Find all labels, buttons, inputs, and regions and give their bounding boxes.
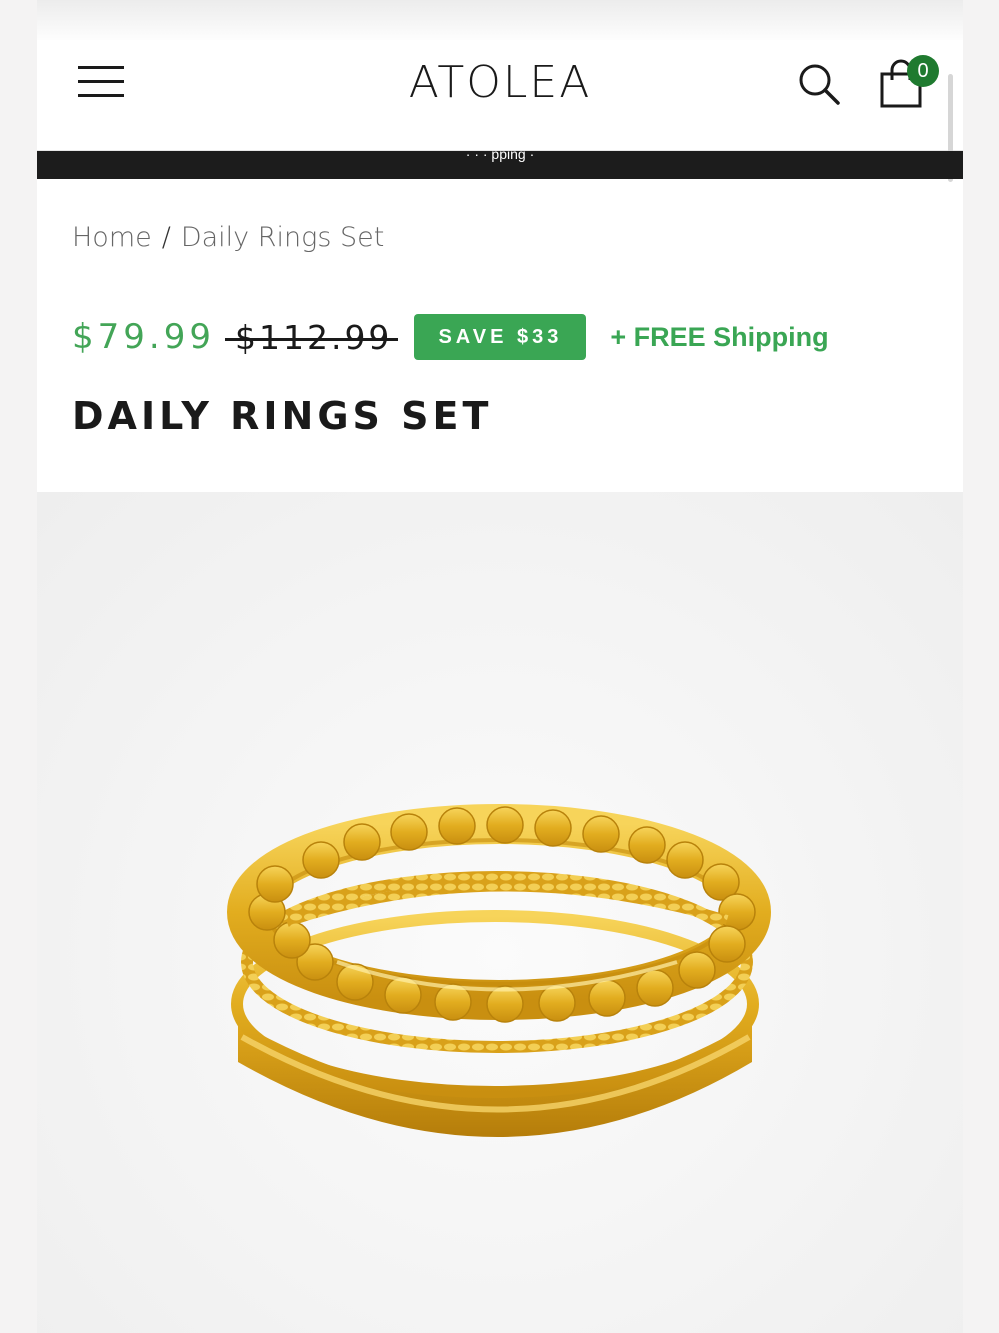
- search-icon[interactable]: [797, 62, 843, 108]
- breadcrumb-home-link[interactable]: Home: [72, 222, 152, 253]
- breadcrumb-separator: /: [161, 222, 171, 253]
- breadcrumb-current: Daily Rings Set: [180, 222, 385, 253]
- breadcrumb: Home / Daily Rings Set: [72, 222, 384, 253]
- site-header: ATOLEA 0: [37, 40, 963, 182]
- page-frame: ATOLEA 0 · · · pping · Home / Daily Rings …: [37, 0, 963, 1333]
- price-row: $79.99 $112.99 SAVE $33 + FREE Shipping: [72, 312, 829, 362]
- original-price: $112.99: [224, 317, 399, 357]
- product-image[interactable]: [37, 492, 963, 1333]
- announcement-bar: · · · pping ·: [37, 151, 963, 179]
- current-price: $79.99: [72, 317, 215, 357]
- cart-count-badge[interactable]: 0: [907, 55, 939, 87]
- save-badge: SAVE $33: [414, 314, 587, 360]
- product-title: DAILY RINGS SET: [72, 394, 493, 438]
- top-fade: [37, 0, 963, 44]
- free-shipping-label: + FREE Shipping: [610, 321, 829, 352]
